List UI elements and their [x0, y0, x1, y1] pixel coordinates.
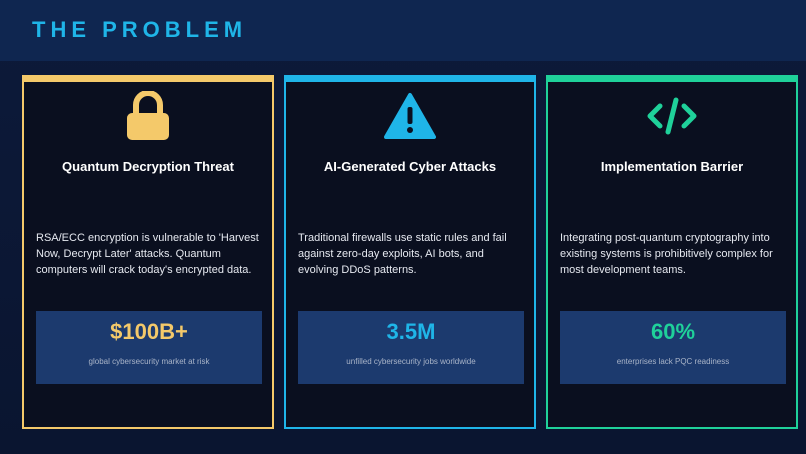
warning-icon: [286, 91, 534, 141]
card-description: RSA/ECC encryption is vulnerable to 'Har…: [36, 232, 259, 276]
lock-icon: [24, 91, 272, 141]
card-description: Integrating post-quantum cryptography in…: [560, 232, 773, 276]
stat-value: 60%: [650, 319, 696, 344]
stat-value: 3.5M: [386, 319, 436, 344]
slide: THE PROBLEM Quantum Decryption Threat RS…: [0, 0, 806, 454]
stat-value: $100B+: [110, 319, 188, 344]
stat-label: global cybersecurity market at risk: [88, 357, 210, 366]
stat-box: 3.5M unfilled cybersecurity jobs worldwi…: [298, 311, 524, 384]
card-implementation-barrier: Implementation Barrier Integrating post-…: [546, 75, 798, 429]
slide-title: THE PROBLEM: [32, 17, 248, 42]
stat-label: enterprises lack PQC readiness: [616, 357, 730, 366]
stat-box: $100B+ global cybersecurity market at ri…: [36, 311, 262, 384]
card-title: Implementation Barrier: [600, 159, 744, 174]
card-description: Traditional firewalls use static rules a…: [298, 232, 507, 276]
card-accent-bar: [546, 75, 798, 82]
card-accent-bar: [22, 75, 274, 82]
stat-label: unfilled cybersecurity jobs worldwide: [346, 357, 476, 366]
card-title: Quantum Decryption Threat: [62, 159, 234, 174]
card-quantum-threat: Quantum Decryption Threat RSA/ECC encryp…: [22, 75, 274, 429]
card-accent-bar: [284, 75, 536, 82]
header-bar: THE PROBLEM: [0, 0, 806, 61]
card-ai-attacks: AI-Generated Cyber Attacks Traditional f…: [284, 75, 536, 429]
stat-box: 60% enterprises lack PQC readiness: [560, 311, 786, 384]
code-icon: [548, 91, 796, 141]
card-title: AI-Generated Cyber Attacks: [323, 159, 497, 174]
